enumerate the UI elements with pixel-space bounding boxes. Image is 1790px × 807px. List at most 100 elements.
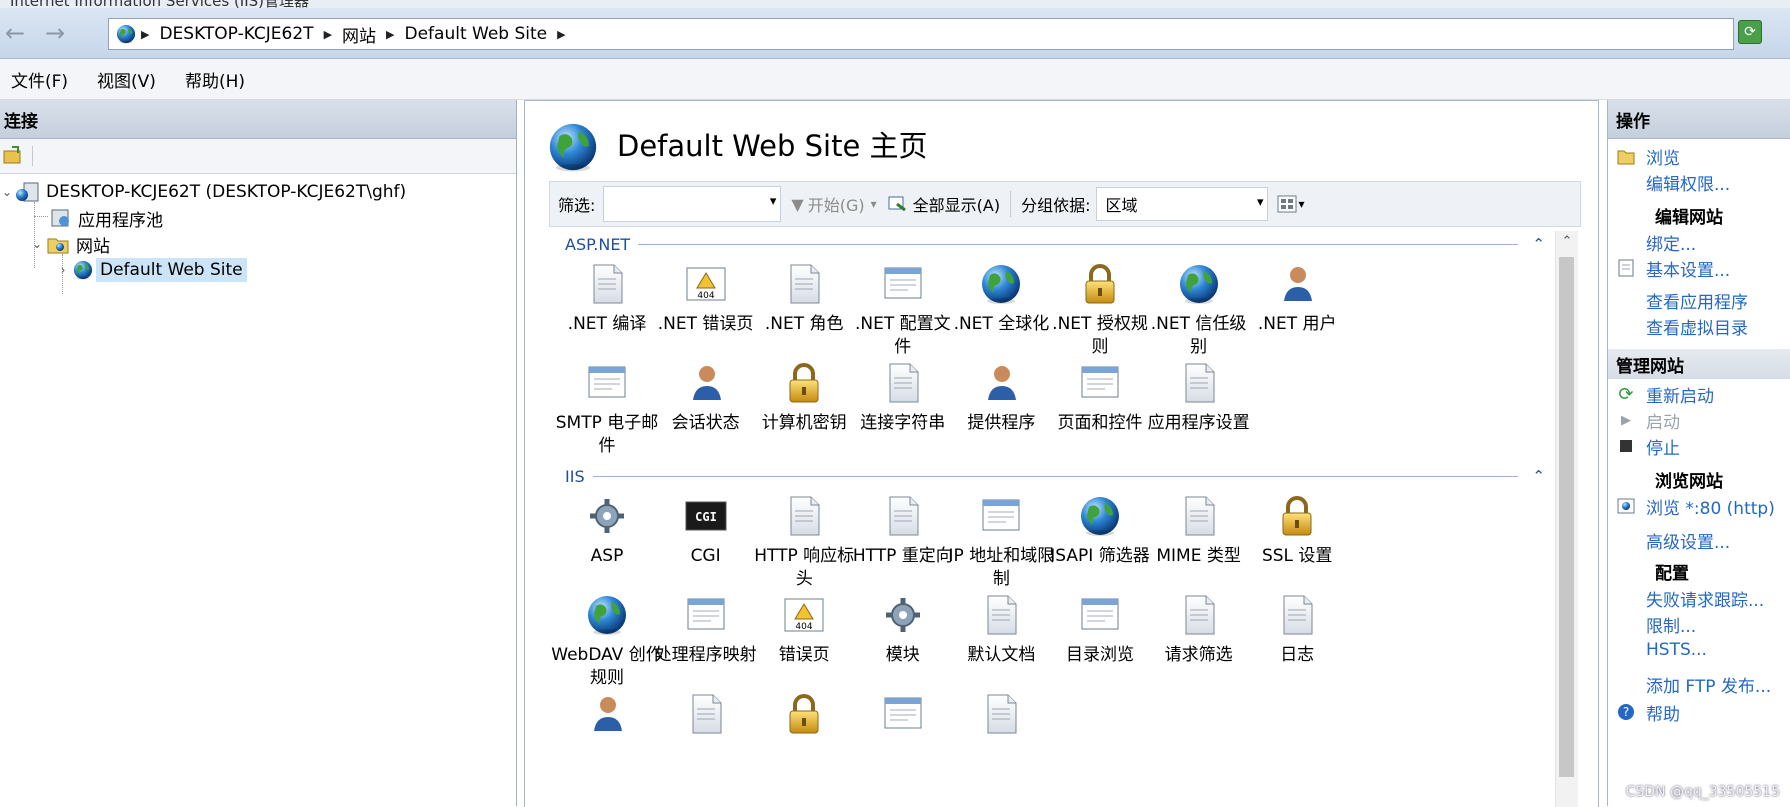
action-failed-request-tracing[interactable]: 失败请求跟踪...: [1608, 585, 1790, 611]
action-start[interactable]: ▶ 启动: [1608, 407, 1790, 433]
show-all-button[interactable]: 全部显示(A): [887, 192, 1000, 216]
tree-label-sites: 网站: [76, 236, 110, 257]
feature-tile[interactable]: WebDAV 创作规则: [551, 592, 663, 690]
feature-tile[interactable]: [650, 691, 762, 743]
action-browse-80[interactable]: 浏览 *:80 (http): [1608, 493, 1790, 519]
feature-tile[interactable]: 计算机密钥: [748, 360, 860, 435]
feature-tile[interactable]: 处理程序映射: [650, 592, 762, 667]
breadcrumb-sites[interactable]: 网站: [342, 22, 376, 47]
action-limits[interactable]: 限制...: [1608, 611, 1790, 637]
action-advanced-settings[interactable]: 高级设置...: [1608, 527, 1790, 553]
start-filter-button[interactable]: ▼ 开始(G) ▾: [791, 192, 876, 216]
vertical-scrollbar[interactable]: ⌃: [1555, 231, 1578, 807]
filter-input[interactable]: [603, 186, 782, 222]
dotnet-profile-icon: [884, 267, 922, 299]
group-by-select[interactable]: 区域: [1096, 187, 1269, 221]
collapse-icon[interactable]: ⌄: [30, 237, 44, 251]
feature-tile[interactable]: 提供程序: [945, 360, 1057, 435]
output-caching-icon: [884, 697, 922, 729]
group-header-aspnet[interactable]: ASP.NET ⌃: [565, 233, 1545, 255]
dotnet-authorization-icon: [1084, 264, 1116, 305]
group-header-iis[interactable]: IIS ⌃: [565, 465, 1545, 487]
action-view-virtual-dirs[interactable]: 查看虚拟目录: [1608, 313, 1790, 339]
collapse-icon[interactable]: ⌄: [0, 185, 14, 199]
tree-node-apppools[interactable]: 应用程序池: [48, 204, 167, 232]
feature-tile[interactable]: 默认文档: [945, 592, 1057, 667]
action-edit-permissions[interactable]: 编辑权限...: [1608, 169, 1790, 195]
feature-tile[interactable]: .NET 角色: [748, 261, 860, 336]
feature-tile[interactable]: 连接字符串: [847, 360, 959, 435]
breadcrumb-server[interactable]: DESKTOP-KCJE62T: [159, 24, 313, 44]
tree-node-server[interactable]: ⌄ DESKTOP-KCJE62T (DESKTOP-KCJE62T\ghf): [0, 178, 410, 206]
filter-divider: [1010, 191, 1012, 217]
action-browse[interactable]: 浏览: [1608, 143, 1790, 169]
action-help[interactable]: ? 帮助: [1608, 699, 1790, 725]
sites-folder-icon: [47, 238, 69, 254]
action-view-applications[interactable]: 查看应用程序: [1608, 287, 1790, 313]
breadcrumb-site[interactable]: Default Web Site: [405, 24, 548, 44]
menu-view[interactable]: 视图(V): [97, 67, 156, 92]
back-button[interactable]: ←: [0, 19, 30, 47]
feature-label: .NET 全球化: [953, 314, 1050, 334]
refresh-button[interactable]: ⟳: [1738, 20, 1762, 44]
action-restart[interactable]: ⟳ 重新启动: [1608, 381, 1790, 407]
show-all-icon: [888, 196, 906, 212]
feature-tile[interactable]: 模块: [847, 592, 959, 667]
feature-tile[interactable]: .NET 全球化: [945, 261, 1057, 336]
feature-tile[interactable]: [945, 691, 1057, 743]
ssl-settings-icon: [1281, 496, 1314, 537]
feature-tile[interactable]: SSL 设置: [1241, 493, 1353, 568]
menu-bar: 文件(F) 视图(V) 帮助(H): [0, 59, 1790, 100]
feature-tile[interactable]: IP 地址和域限制: [945, 493, 1057, 591]
feature-tile[interactable]: CGI CGI: [650, 493, 762, 568]
feature-tile[interactable]: [847, 691, 959, 743]
view-mode-button[interactable]: ▾: [1276, 194, 1305, 214]
action-basic-settings[interactable]: 基本设置...: [1608, 255, 1790, 281]
play-icon: ▶: [1621, 412, 1631, 428]
feature-tile[interactable]: MIME 类型: [1143, 493, 1255, 568]
feature-tile[interactable]: 页面和控件: [1044, 360, 1156, 435]
forward-button[interactable]: →: [40, 19, 70, 47]
feature-tile[interactable]: 404 .NET 错误页: [650, 261, 762, 336]
modules-icon: [880, 592, 926, 638]
menu-file[interactable]: 文件(F): [11, 67, 68, 92]
tree-node-sites[interactable]: ⌄ 网站: [30, 230, 114, 258]
feature-tile[interactable]: 应用程序设置: [1143, 360, 1255, 435]
feature-tile[interactable]: 404 错误页: [748, 592, 860, 667]
feature-tile[interactable]: [748, 691, 860, 743]
breadcrumb[interactable]: ▶ DESKTOP-KCJE62T ▶ 网站 ▶ Default Web Sit…: [108, 18, 1734, 50]
failed-request-tracing-icon: [692, 694, 722, 734]
collapse-group-icon[interactable]: ⌃: [1532, 235, 1545, 253]
action-hsts[interactable]: HSTS...: [1608, 637, 1790, 663]
scroll-thumb[interactable]: [1559, 257, 1574, 777]
feature-tile[interactable]: 请求筛选: [1143, 592, 1255, 667]
tree-node-default-site[interactable]: › Default Web Site: [56, 256, 247, 284]
feature-tile[interactable]: HTTP 响应标头: [748, 493, 860, 591]
expand-icon[interactable]: ›: [56, 263, 70, 277]
connect-icon[interactable]: [2, 145, 24, 167]
feature-label: SSL 设置: [1261, 546, 1333, 566]
feature-tile[interactable]: 会话状态: [650, 360, 762, 435]
feature-tile[interactable]: 目录浏览: [1044, 592, 1156, 667]
scroll-up-icon[interactable]: ⌃: [1556, 231, 1578, 253]
action-bindings[interactable]: 绑定...: [1608, 229, 1790, 255]
feature-tile[interactable]: SMTP 电子邮件: [551, 360, 663, 458]
feature-tile[interactable]: ISAPI 筛选器: [1044, 493, 1156, 568]
collapse-group-icon[interactable]: ⌃: [1532, 467, 1545, 485]
action-stop[interactable]: 停止: [1608, 433, 1790, 459]
feature-tile[interactable]: ASP: [551, 493, 663, 568]
feature-tile[interactable]: .NET 授权规则: [1044, 261, 1156, 359]
svg-text:404: 404: [796, 622, 813, 632]
asp-icon: [584, 493, 630, 539]
feature-tile[interactable]: .NET 编译: [551, 261, 663, 336]
menu-help[interactable]: 帮助(H): [185, 67, 245, 92]
feature-tile[interactable]: .NET 配置文件: [847, 261, 959, 359]
feature-tile[interactable]: HTTP 重定向: [847, 493, 959, 568]
feature-label: SMTP 电子邮件: [555, 413, 659, 456]
action-add-ftp[interactable]: 添加 FTP 发布...: [1608, 671, 1790, 697]
feature-tile[interactable]: [551, 691, 663, 743]
window-titlebar: Internet Information Services (IIS)管理器: [0, 0, 1790, 8]
feature-tile[interactable]: .NET 用户: [1241, 261, 1353, 336]
feature-tile[interactable]: .NET 信任级别: [1143, 261, 1255, 359]
feature-tile[interactable]: 日志: [1241, 592, 1353, 667]
